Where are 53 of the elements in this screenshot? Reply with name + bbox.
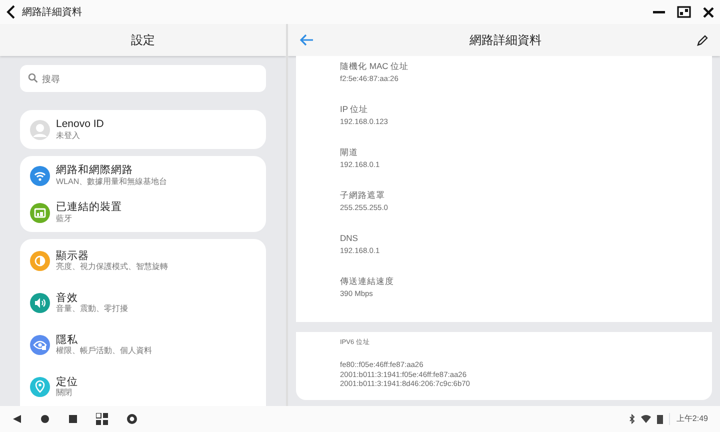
settings-item[interactable]: 定位 關閉 — [20, 366, 266, 406]
back-arrow-icon[interactable] — [300, 34, 314, 46]
pane-title: 網路詳細資料 — [468, 32, 542, 49]
wifi-icon — [30, 166, 50, 186]
settings-item[interactable]: 顯示器 亮度、視力保護模式、智慧旋轉 — [20, 240, 266, 282]
eye-lock-icon — [30, 335, 50, 355]
clock-time: 上午2:49 — [669, 413, 708, 425]
item-subtitle: 亮度、視力保護模式、智慧旋轉 — [56, 262, 168, 272]
battery-icon — [657, 414, 664, 424]
settings-item[interactable]: 音效 音量、震動、零打擾 — [20, 282, 266, 324]
gear-icon[interactable] — [126, 413, 138, 425]
item-title: 顯示器 — [56, 250, 90, 262]
item-subtitle: 關閉 — [56, 388, 73, 398]
field-label: 閘道 — [340, 146, 359, 159]
settings-item[interactable]: 網路和網際網路 WLAN、數據用量和無線基地台 — [20, 157, 266, 194]
field-label: DNS — [340, 232, 359, 245]
account-item[interactable]: Lenovo ID 未登入 — [20, 111, 266, 148]
window-title: 網路詳細資料 — [22, 6, 82, 20]
settings-item[interactable]: 隱私 權限、帳戶活動、個人資料 — [20, 324, 266, 366]
item-subtitle: 未登入 — [56, 130, 81, 141]
speaker-icon — [30, 293, 50, 313]
close-icon[interactable] — [703, 6, 714, 18]
recents-icon[interactable] — [68, 414, 78, 424]
item-title: 網路和網際網路 — [56, 164, 134, 177]
item-title: 已連結的裝置 — [56, 201, 122, 214]
field-label: 傳送連結速度 — [340, 275, 395, 288]
brightness-icon — [30, 251, 50, 271]
field-label: IP 位址 — [340, 103, 370, 116]
pencil-icon[interactable] — [697, 34, 708, 46]
avatar-icon — [30, 120, 50, 140]
back-icon[interactable] — [12, 414, 22, 424]
restore-icon[interactable] — [677, 6, 691, 18]
item-subtitle: 藍牙 — [56, 214, 73, 224]
field-label: 隨機化 MAC 位址 — [340, 60, 410, 73]
settings-item[interactable]: 已連結的裝置 藍牙 — [20, 194, 266, 231]
bluetooth-icon — [629, 414, 636, 424]
devices-icon — [30, 202, 50, 222]
search-icon — [28, 73, 38, 83]
search-field[interactable]: 搜尋 — [20, 65, 266, 92]
item-title: 音效 — [56, 292, 79, 304]
grid-icon[interactable] — [96, 413, 108, 425]
pane-title: 設定 — [131, 32, 155, 49]
item-title: 定位 — [56, 376, 78, 388]
home-icon[interactable] — [40, 414, 50, 424]
location-pin-icon — [30, 377, 50, 397]
item-subtitle: WLAN、數據用量和無線基地台 — [56, 176, 168, 187]
item-subtitle: 音量、震動、零打擾 — [56, 304, 128, 314]
back-icon[interactable] — [6, 5, 16, 19]
item-title: 隱私 — [56, 334, 79, 346]
item-title: Lenovo ID — [56, 118, 104, 131]
item-subtitle: 權限、帳戶活動、個人資料 — [56, 346, 152, 356]
wifi-icon — [641, 415, 652, 423]
field-label: 子網路遮罩 — [340, 189, 386, 202]
